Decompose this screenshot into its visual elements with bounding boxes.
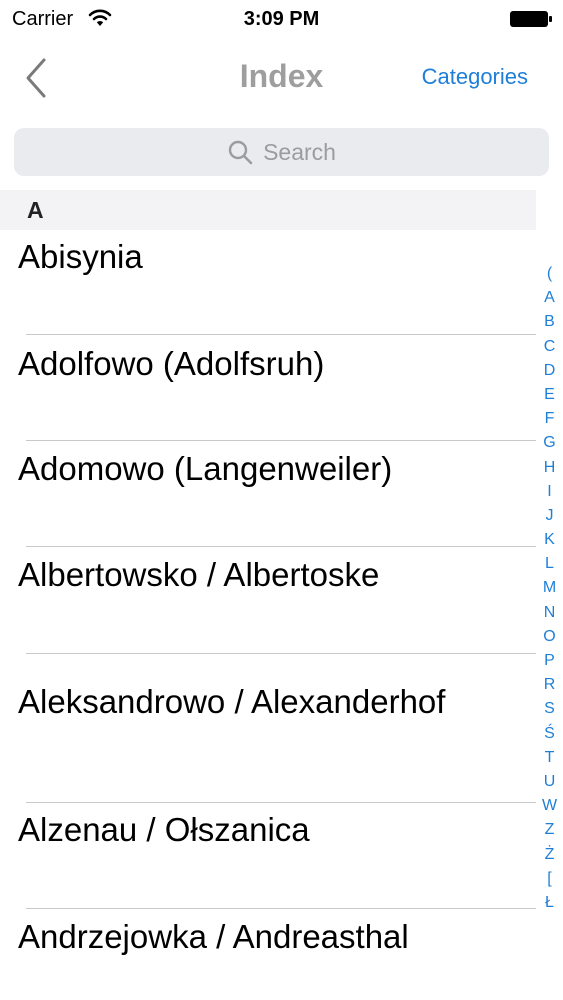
index-letter[interactable]: U [536,770,563,794]
index-letter[interactable]: A [536,286,563,310]
search-icon [228,140,253,165]
list-item[interactable]: Alzenau / Ołszanica [0,803,536,909]
index-letter[interactable]: L [536,552,563,576]
search-placeholder: Search [263,138,336,165]
battery-icon [510,11,552,27]
navigation-bar: Index Categories [0,40,563,120]
list-item[interactable]: Adomowo (Langenweiler) [0,441,536,547]
index-letter[interactable]: C [536,335,563,359]
index-letter[interactable]: J [536,504,563,528]
categories-button[interactable]: Categories [422,64,528,90]
index-letter[interactable]: Ż [536,843,563,867]
list-item-label: Adolfowo (Adolfsruh) [18,345,325,382]
list-item-label: Andrzejowka / Andreasthal [18,918,409,955]
index-letter[interactable]: Ś [536,722,563,746]
list-item-label: Albertowsko / Albertoske [18,556,380,593]
list-item-label: Alzenau / Ołszanica [18,811,310,848]
search-input[interactable]: Search [14,128,549,176]
index-letter[interactable]: H [536,456,563,480]
index-letter[interactable]: T [536,746,563,770]
section-index[interactable]: (A B C D E F G H I J K L M N O P R S Ś T U W Z Ż[Ł [536,262,563,915]
index-letter[interactable]: P [536,649,563,673]
list-item-label: Adomowo (Langenweiler) [18,450,393,487]
index-letter[interactable]: Z [536,818,563,842]
index-letter[interactable]: O [536,625,563,649]
index-letter[interactable]: W [536,794,563,818]
list-item[interactable]: Adolfowo (Adolfsruh) [0,335,536,441]
clock: 3:09 PM [243,8,320,30]
index-letter[interactable]: R [536,673,563,697]
index-letter[interactable]: K [536,528,563,552]
list-item[interactable]: Albertowsko / Albertoske [0,547,536,654]
status-bar: Carrier 3:09 PM [0,0,563,40]
index-letter[interactable]: F [536,407,563,431]
list-item[interactable]: Aleksandrowo / Alexanderhof [0,654,536,803]
index-letter[interactable]: S [536,697,563,721]
index-letter[interactable]: M [536,576,563,600]
index-letter[interactable]: I [536,480,563,504]
index-letter[interactable]: G [536,431,563,455]
section-header-label: A [27,197,44,223]
index-letter[interactable]: D [536,359,563,383]
list-item[interactable]: Abisynia [0,230,536,335]
index-letter[interactable]: [ [536,867,563,891]
list-item-label: Abisynia [18,238,143,275]
index-letter[interactable]: Ł [536,891,563,915]
list-item-label: Aleksandrowo / Alexanderhof [18,683,446,720]
list-item[interactable]: Andrzejowka / Andreasthal [0,909,536,1000]
index-letter[interactable]: B [536,310,563,334]
section-header: A [0,190,536,230]
index-letter[interactable]: ( [536,262,563,286]
index-letter[interactable]: N [536,601,563,625]
index-letter[interactable]: E [536,383,563,407]
